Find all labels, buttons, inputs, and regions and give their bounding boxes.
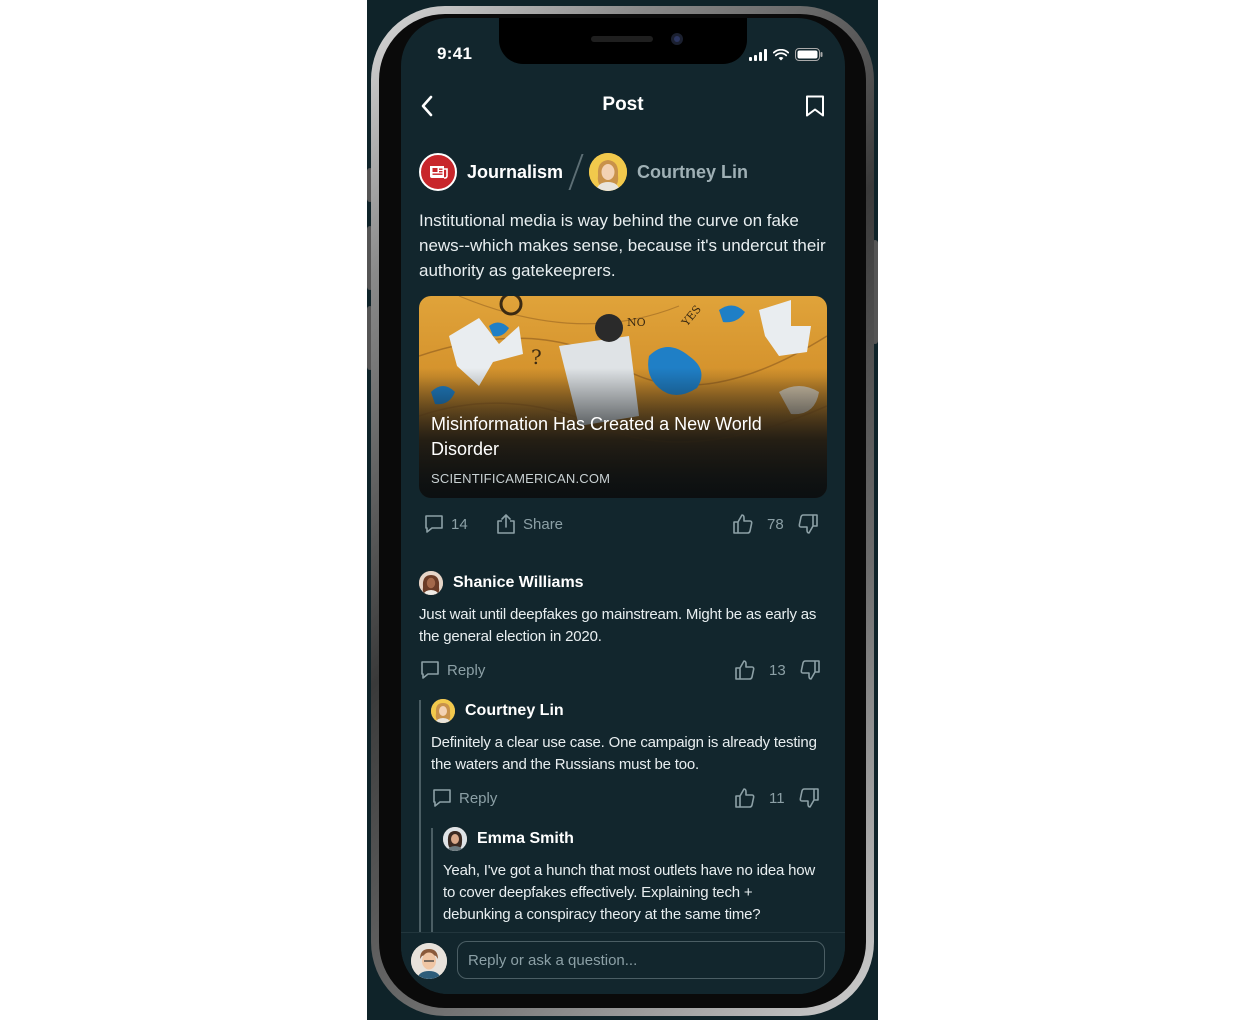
post-header: Journalism Courtney Lin bbox=[419, 152, 748, 192]
comment-text: Definitely a clear use case. One campaig… bbox=[431, 734, 817, 773]
post-actions: 14 Share 78 bbox=[419, 510, 829, 538]
thumbs-up-icon[interactable] bbox=[733, 658, 757, 682]
newspaper-icon bbox=[430, 166, 448, 179]
comment-icon bbox=[421, 661, 439, 679]
share-button[interactable]: Share bbox=[495, 510, 563, 538]
link-preview-card[interactable]: NO YES ? Misinformation Has Created a Ne… bbox=[419, 296, 827, 498]
battery-icon bbox=[795, 48, 823, 61]
comment-text: Yeah, I've got a hunch that most outlets… bbox=[443, 862, 816, 923]
author-avatar[interactable] bbox=[589, 153, 628, 191]
commenter-name[interactable]: Courtney Lin bbox=[465, 702, 564, 720]
comment-score: 13 bbox=[769, 661, 786, 679]
comment-emma: Emma Smith Yeah, I've got a hunch that m… bbox=[443, 826, 823, 926]
community-logo[interactable] bbox=[419, 153, 457, 191]
comment-icon bbox=[433, 789, 451, 807]
status-time: 9:41 bbox=[437, 44, 473, 63]
post-scroll-area[interactable]: Journalism Courtney Lin Institutional me… bbox=[401, 152, 845, 932]
thumbs-down-icon[interactable] bbox=[796, 512, 820, 536]
svg-text:?: ? bbox=[531, 345, 542, 369]
comment-score: 11 bbox=[769, 789, 785, 807]
reply-button[interactable]: Reply bbox=[431, 784, 497, 812]
commenter-avatar[interactable] bbox=[443, 827, 467, 851]
page-title: Post bbox=[602, 94, 644, 115]
link-domain: SCIENTIFICAMERICAN.COM bbox=[431, 471, 611, 486]
link-title[interactable]: Misinformation Has Created a New World D… bbox=[431, 412, 811, 462]
commenter-name[interactable]: Emma Smith bbox=[477, 830, 574, 848]
comment-vote: 11 bbox=[733, 784, 821, 812]
comments-count: 14 bbox=[451, 515, 468, 533]
thread-line bbox=[419, 700, 421, 932]
notch bbox=[499, 18, 747, 64]
commenter-name[interactable]: Shanice Williams bbox=[453, 574, 584, 592]
post-vote: 78 bbox=[731, 510, 820, 538]
comment-shanice: Shanice Williams Just wait until deepfak… bbox=[419, 570, 831, 684]
comment-actions: Reply 11 bbox=[431, 784, 831, 812]
device-stage: 9:41 Post Journalism Courtney Lin Instit… bbox=[367, 0, 878, 1020]
status-icons bbox=[749, 48, 823, 61]
community-name[interactable]: Journalism bbox=[467, 162, 563, 183]
thumbs-up-icon[interactable] bbox=[733, 786, 757, 810]
svg-text:NO: NO bbox=[627, 316, 646, 329]
comment-icon bbox=[425, 515, 443, 533]
phone-screen: 9:41 Post Journalism Courtney Lin Instit… bbox=[401, 18, 845, 994]
comment-text: Just wait until deepfakes go mainstream.… bbox=[419, 606, 817, 645]
post-body: Institutional media is way behind the cu… bbox=[419, 211, 826, 280]
reply-composer: Reply or ask a question... bbox=[401, 932, 845, 994]
bookmark-icon[interactable] bbox=[805, 95, 825, 117]
comment-actions: Reply 13 bbox=[419, 656, 831, 684]
nav-bar: Post bbox=[401, 88, 845, 128]
thumbs-up-icon[interactable] bbox=[731, 512, 755, 536]
signal-icon bbox=[749, 48, 767, 61]
thumbs-down-icon[interactable] bbox=[798, 658, 822, 682]
comment-vote: 13 bbox=[733, 656, 822, 684]
wifi-icon bbox=[773, 48, 789, 60]
share-label: Share bbox=[523, 515, 564, 533]
post-score: 78 bbox=[767, 515, 784, 533]
thumbs-down-icon[interactable] bbox=[797, 786, 821, 810]
svg-text:YES: YES bbox=[679, 303, 704, 330]
reply-button[interactable]: Reply bbox=[419, 656, 485, 684]
header-divider bbox=[568, 154, 584, 190]
reply-label: Reply bbox=[459, 789, 498, 807]
current-user-avatar bbox=[411, 943, 447, 979]
reply-input[interactable]: Reply or ask a question... bbox=[457, 941, 825, 979]
share-icon bbox=[497, 514, 515, 534]
commenter-avatar[interactable] bbox=[419, 571, 443, 595]
commenter-avatar[interactable] bbox=[431, 699, 455, 723]
author-name[interactable]: Courtney Lin bbox=[637, 162, 748, 183]
comment-courtney: Courtney Lin Definitely a clear use case… bbox=[431, 698, 831, 812]
reply-label: Reply bbox=[447, 661, 486, 679]
thread-line-nested bbox=[431, 828, 433, 932]
comments-button[interactable]: 14 bbox=[423, 510, 468, 538]
